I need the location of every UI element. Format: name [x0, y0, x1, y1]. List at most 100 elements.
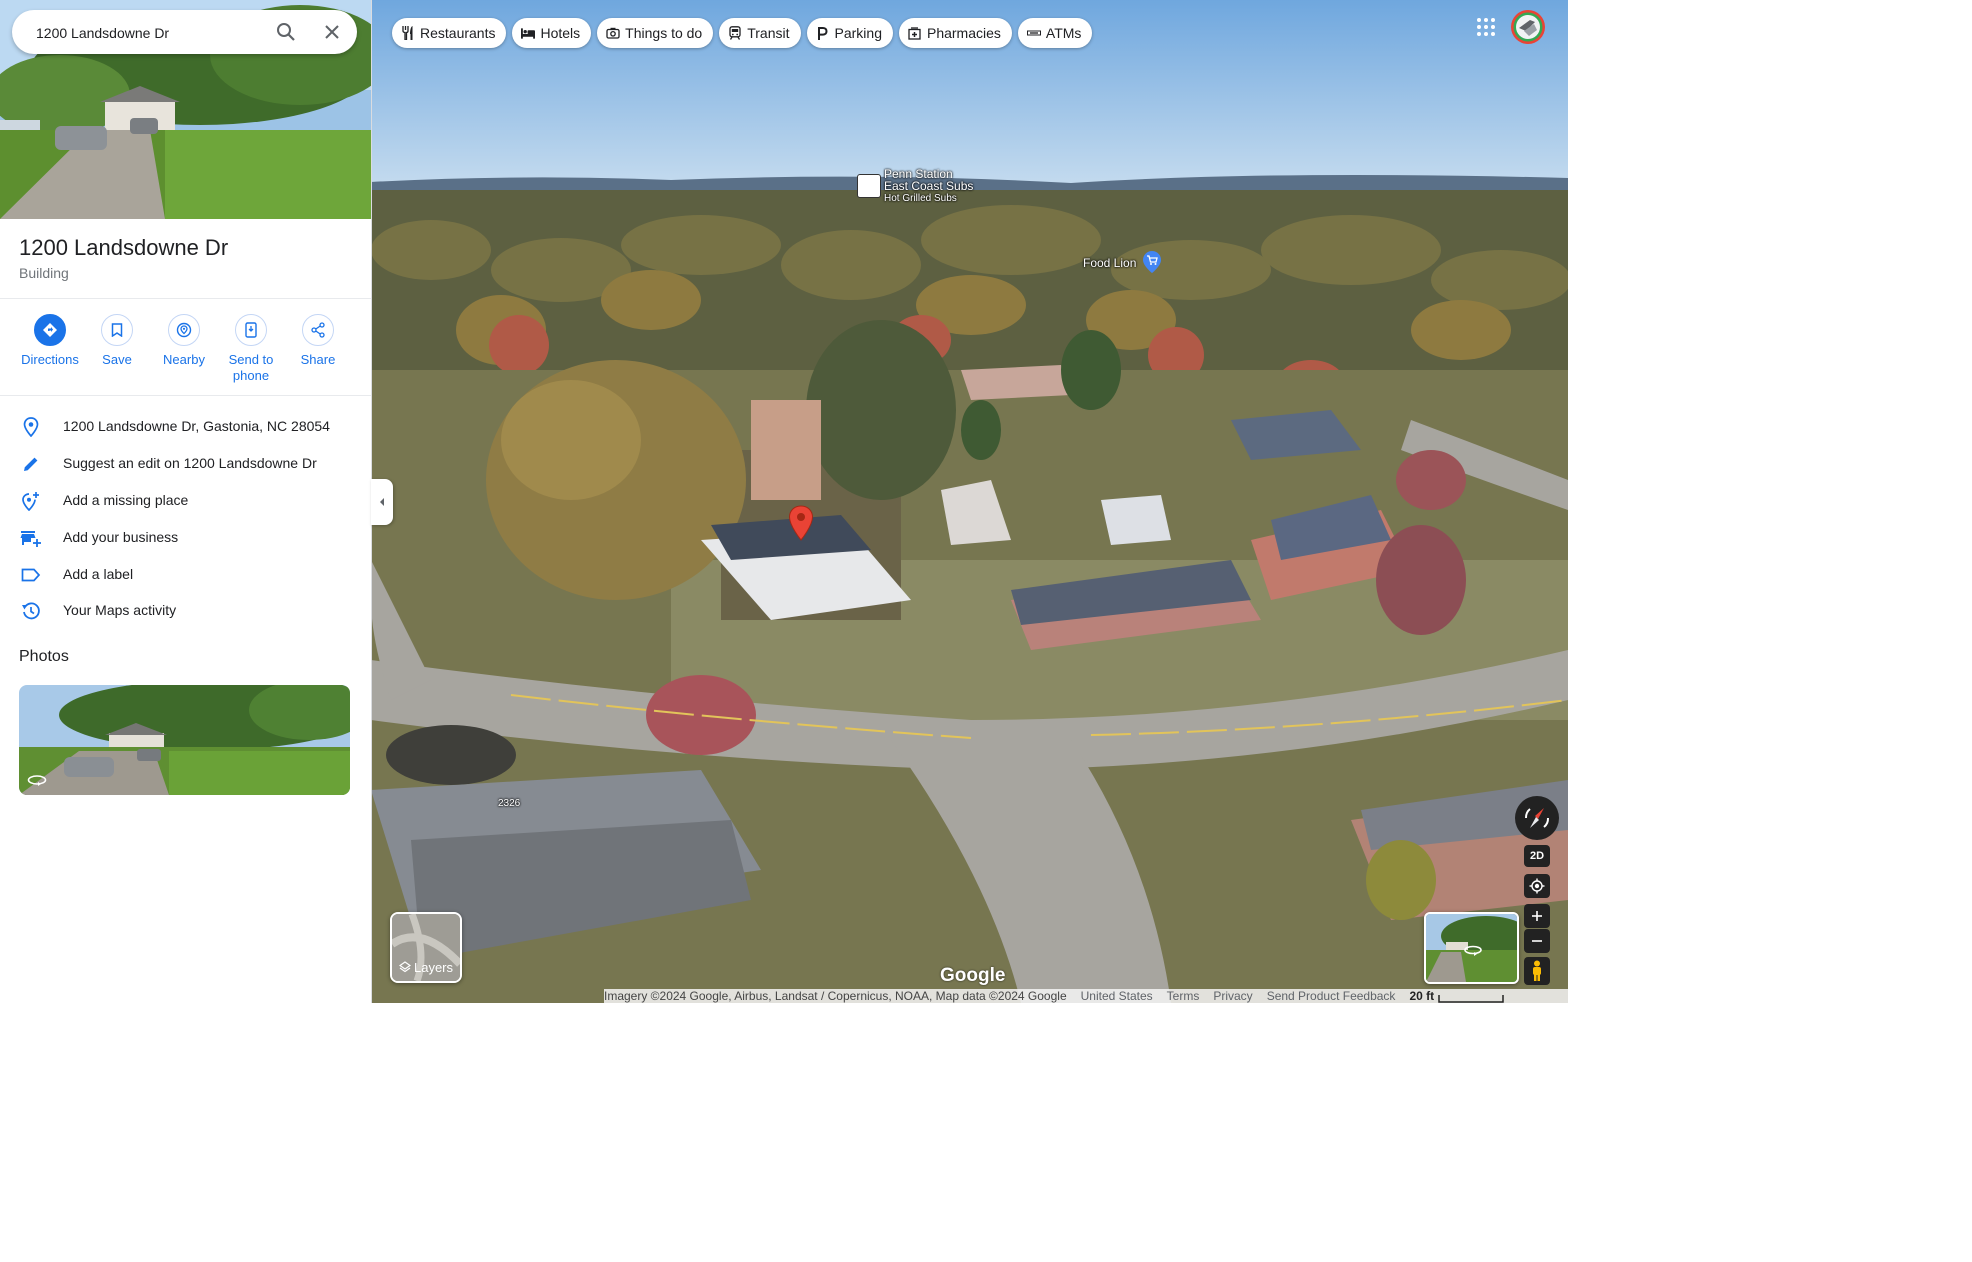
- nearby-button[interactable]: Nearby: [151, 314, 217, 368]
- compass-icon: [1525, 808, 1549, 828]
- atm-icon: [1026, 30, 1041, 36]
- pharmacy-icon: [908, 26, 922, 40]
- history-icon: [22, 602, 40, 620]
- zoom-in-button[interactable]: [1524, 904, 1550, 928]
- divider: [0, 298, 371, 299]
- compass-button[interactable]: [1515, 796, 1559, 840]
- share-label: Share: [300, 352, 336, 367]
- save-label: Save: [102, 352, 132, 367]
- add-business-icon: [20, 531, 41, 547]
- share-button[interactable]: Share: [285, 314, 351, 368]
- send-to-phone-button[interactable]: Send to phone: [218, 314, 284, 384]
- add-business-row[interactable]: Add your business: [0, 519, 371, 555]
- poi-penn-station[interactable]: Penn Station East Coast Subs Hot Grilled…: [857, 168, 977, 208]
- bookmark-icon: [111, 323, 123, 337]
- location-pin-icon: [23, 417, 39, 437]
- save-button[interactable]: Save: [84, 314, 150, 368]
- shopping-cart-icon: [1143, 251, 1161, 273]
- directions-icon: [43, 323, 57, 337]
- poi-name: Food Lion: [1083, 256, 1137, 270]
- my-location-button[interactable]: [1524, 874, 1550, 898]
- photos-heading: Photos: [19, 648, 69, 665]
- my-location-icon: [1529, 878, 1545, 894]
- layers-icon: [398, 961, 412, 973]
- country-link[interactable]: United States: [1081, 989, 1153, 1003]
- add-missing-place-row[interactable]: Add a missing place: [0, 482, 371, 518]
- location-marker[interactable]: [788, 505, 814, 541]
- chip-pharmacies-label: Pharmacies: [926, 25, 1001, 41]
- pegman-icon: [1533, 960, 1541, 981]
- directions-label: Directions: [21, 352, 79, 367]
- street-number-label: 2326: [498, 798, 521, 809]
- 360-view-icon: [1464, 945, 1482, 956]
- maps-activity-row[interactable]: Your Maps activity: [0, 592, 371, 628]
- search-icon: [277, 23, 295, 41]
- maps-activity-text: Your Maps activity: [63, 602, 177, 618]
- chip-transit[interactable]: Transit: [719, 18, 801, 48]
- layers-text: Layers: [413, 960, 454, 975]
- map-scale[interactable]: 20 ft: [1409, 989, 1504, 1003]
- address-text: 1200 Landsdowne Dr, Gastonia, NC 28054: [63, 418, 330, 434]
- google-apps-button[interactable]: [1476, 17, 1496, 37]
- suggest-edit-row[interactable]: Suggest an edit on 1200 Landsdowne Dr: [0, 445, 371, 481]
- place-category[interactable]: Building: [19, 265, 69, 281]
- address-row[interactable]: 1200 Landsdowne Dr, Gastonia, NC 28054: [0, 408, 371, 444]
- fork-knife-icon: [402, 26, 413, 40]
- search-button[interactable]: [274, 20, 298, 44]
- close-button[interactable]: [320, 20, 344, 44]
- add-missing-place-text: Add a missing place: [63, 492, 189, 508]
- photo-thumbnail[interactable]: [19, 685, 350, 795]
- chip-hotels[interactable]: Hotels: [512, 18, 592, 48]
- poi-food-lion[interactable]: Food Lion: [1083, 250, 1183, 276]
- scale-label: 20 ft: [1409, 989, 1435, 1003]
- place-title: 1200 Landsdowne Dr: [19, 235, 229, 260]
- terms-link[interactable]: Terms: [1167, 989, 1200, 1003]
- chip-things-to-do-label: Things to do: [625, 25, 703, 41]
- plus-icon: [1532, 911, 1542, 921]
- directions-button[interactable]: Directions: [17, 314, 83, 368]
- poi-subtitle: Hot Grilled Subs: [884, 193, 957, 204]
- privacy-link[interactable]: Privacy: [1213, 989, 1252, 1003]
- nearby-label: Nearby: [163, 352, 205, 367]
- train-icon: [729, 26, 741, 40]
- chip-transit-label: Transit: [747, 25, 790, 41]
- account-avatar[interactable]: [1510, 9, 1546, 45]
- street-view-thumbnail[interactable]: [1424, 912, 1519, 984]
- add-location-icon: [22, 492, 39, 511]
- scale-bar-icon: [1438, 995, 1504, 1003]
- divider: [0, 395, 371, 396]
- search-input[interactable]: [34, 10, 268, 56]
- zoom-out-button[interactable]: [1524, 929, 1550, 953]
- collapse-panel-button[interactable]: [371, 479, 393, 525]
- 360-view-icon: [27, 775, 47, 786]
- 2d-toggle-button[interactable]: 2D: [1524, 845, 1550, 867]
- poi-name-line-2: East Coast Subs: [884, 179, 974, 193]
- category-chips: Restaurants Hotels Things to do Transit …: [392, 18, 1093, 48]
- restaurant-logo-icon: [857, 174, 881, 198]
- layers-button[interactable]: Layers: [390, 912, 462, 983]
- chip-parking[interactable]: Parking: [806, 18, 893, 48]
- apps-grid-icon: [1477, 18, 1495, 36]
- bed-icon: [521, 27, 536, 39]
- nearby-icon: [176, 322, 192, 338]
- chip-pharmacies[interactable]: Pharmacies: [898, 18, 1012, 48]
- chip-things-to-do[interactable]: Things to do: [597, 18, 714, 48]
- share-icon: [311, 322, 325, 338]
- chip-restaurants[interactable]: Restaurants: [392, 18, 507, 48]
- suggest-edit-text: Suggest an edit on 1200 Landsdowne Dr: [63, 455, 317, 471]
- chip-atms-label: ATMs: [1045, 25, 1082, 41]
- satellite-3d-view: [371, 0, 1568, 1003]
- map-canvas[interactable]: Penn Station East Coast Subs Hot Grilled…: [371, 0, 1568, 1003]
- chip-atms[interactable]: ATMs: [1017, 18, 1093, 48]
- pegman-button[interactable]: [1524, 957, 1550, 985]
- map-footer: Imagery ©2024 Google, Airbus, Landsat / …: [604, 989, 1568, 1003]
- chevron-left-icon: [380, 498, 384, 506]
- google-logo: Google: [940, 965, 1006, 986]
- add-label-row[interactable]: Add a label: [0, 556, 371, 592]
- chip-parking-label: Parking: [834, 25, 882, 41]
- imagery-attribution: Imagery ©2024 Google, Airbus, Landsat / …: [604, 989, 1067, 1003]
- send-feedback-link[interactable]: Send Product Feedback: [1267, 989, 1396, 1003]
- side-panel: 1200 Landsdowne Dr Building Directions S…: [0, 0, 372, 1003]
- layers-label: Layers: [392, 960, 460, 975]
- parking-icon: [818, 26, 828, 40]
